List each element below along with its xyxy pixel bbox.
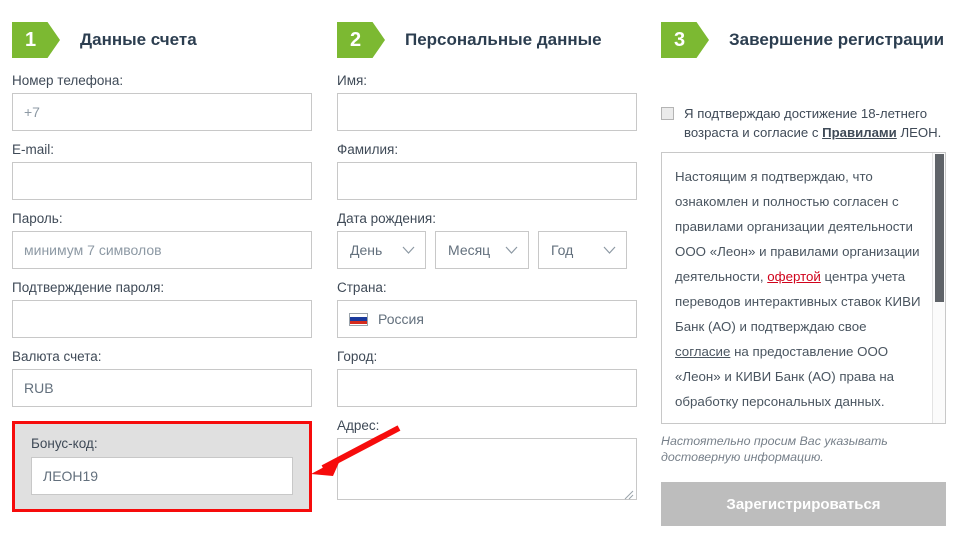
field-address: Адрес: bbox=[337, 418, 637, 500]
bonus-code-highlight-block: Бонус-код: ЛЕОН19 bbox=[12, 421, 312, 512]
resize-handle-icon[interactable] bbox=[623, 487, 634, 500]
step-header-3: 3 Завершение регистрации bbox=[661, 18, 946, 62]
field-phone: Номер телефона: +7 bbox=[12, 73, 312, 131]
field-currency: Валюта счета: RUB bbox=[12, 349, 312, 407]
chevron-down-icon bbox=[402, 246, 415, 254]
label-city: Город: bbox=[337, 349, 378, 364]
bonus-code-input[interactable]: ЛЕОН19 bbox=[31, 457, 293, 495]
step-badge-2: 2 bbox=[337, 22, 385, 58]
label-password: Пароль: bbox=[12, 211, 63, 226]
step-badge-3: 3 bbox=[661, 22, 709, 58]
step-title-3: Завершение регистрации bbox=[729, 30, 945, 49]
password-input[interactable]: минимум 7 символов bbox=[12, 231, 312, 269]
field-last-name: Фамилия: bbox=[337, 142, 637, 200]
phone-input[interactable]: +7 bbox=[12, 93, 312, 131]
birth-date-row: День Месяц Год bbox=[337, 231, 637, 269]
accuracy-hint: Настоятельно просим Вас указывать достов… bbox=[661, 434, 888, 464]
terms-content: Настоящим я подтверждаю, что ознакомлен … bbox=[662, 153, 945, 423]
column-personal-data: 2 Персональные данные Имя: Фамилия: Дата… bbox=[337, 0, 637, 556]
birth-day-select[interactable]: День bbox=[337, 231, 426, 269]
step-header-2: 2 Персональные данные bbox=[337, 18, 637, 62]
field-password-confirm: Подтверждение пароля: bbox=[12, 280, 312, 338]
step-title-2: Персональные данные bbox=[405, 30, 602, 49]
chevron-down-icon bbox=[603, 246, 616, 254]
offer-link[interactable]: офертой bbox=[767, 269, 821, 284]
registration-form-page: 1 Данные счета Номер телефона: +7 E-mail… bbox=[0, 0, 958, 556]
country-select[interactable]: Россия bbox=[337, 300, 637, 338]
label-phone: Номер телефона: bbox=[12, 73, 124, 88]
birth-month-select[interactable]: Месяц bbox=[435, 231, 529, 269]
field-birth-date: Дата рождения: День Месяц Год bbox=[337, 211, 637, 269]
column-account-data: 1 Данные счета Номер телефона: +7 E-mail… bbox=[12, 0, 312, 556]
step-title-1: Данные счета bbox=[80, 30, 197, 49]
email-input[interactable] bbox=[12, 162, 312, 200]
column-completion: 3 Завершение регистрации Я подтверждаю д… bbox=[661, 0, 946, 556]
terms-scrollbar-thumb[interactable] bbox=[935, 154, 944, 302]
field-first-name: Имя: bbox=[337, 73, 637, 131]
label-birth-date: Дата рождения: bbox=[337, 211, 436, 226]
password-confirm-input[interactable] bbox=[12, 300, 312, 338]
label-last-name: Фамилия: bbox=[337, 142, 399, 157]
field-country: Страна: Россия bbox=[337, 280, 637, 338]
chevron-down-icon bbox=[505, 246, 518, 254]
field-password: Пароль: минимум 7 символов bbox=[12, 211, 312, 269]
birth-month-value: Месяц bbox=[448, 242, 491, 258]
first-name-input[interactable] bbox=[337, 93, 637, 131]
country-value: Россия bbox=[378, 311, 424, 327]
terms-p1-part-a: Настоящим я подтверждаю, что ознакомлен … bbox=[675, 169, 920, 284]
terms-scrollbar-track[interactable] bbox=[932, 153, 945, 423]
russia-flag-icon bbox=[349, 312, 368, 326]
consent-link[interactable]: согласие bbox=[675, 344, 730, 359]
last-name-input[interactable] bbox=[337, 162, 637, 200]
field-email: E-mail: bbox=[12, 142, 312, 200]
register-submit-button[interactable]: Зарегистрироваться bbox=[661, 482, 946, 526]
step-badge-1: 1 bbox=[12, 22, 60, 58]
terms-scroll-box[interactable]: Настоящим я подтверждаю, что ознакомлен … bbox=[661, 152, 946, 424]
address-textarea[interactable] bbox=[337, 438, 637, 500]
label-bonus-code: Бонус-код: bbox=[31, 436, 98, 451]
currency-input[interactable]: RUB bbox=[12, 369, 312, 407]
step-header-1: 1 Данные счета bbox=[12, 18, 312, 62]
label-email: E-mail: bbox=[12, 142, 55, 157]
label-country: Страна: bbox=[337, 280, 387, 295]
label-currency: Валюта счета: bbox=[12, 349, 102, 364]
label-address: Адрес: bbox=[337, 418, 380, 433]
birth-year-value: Год bbox=[551, 242, 574, 258]
terms-paragraph-1: Настоящим я подтверждаю, что ознакомлен … bbox=[675, 164, 923, 414]
consent-text-after: ЛЕОН. bbox=[896, 125, 942, 140]
age-consent-row: Я подтверждаю достижение 18-летнего возр… bbox=[661, 104, 946, 142]
label-password-confirm: Подтверждение пароля: bbox=[12, 280, 165, 295]
age-consent-checkbox[interactable] bbox=[661, 107, 674, 120]
field-city: Город: bbox=[337, 349, 637, 407]
city-input[interactable] bbox=[337, 369, 637, 407]
birth-year-select[interactable]: Год bbox=[538, 231, 627, 269]
label-first-name: Имя: bbox=[337, 73, 368, 88]
age-consent-text: Я подтверждаю достижение 18-летнего возр… bbox=[684, 104, 946, 142]
birth-day-value: День bbox=[350, 242, 383, 258]
rules-link[interactable]: Правилами bbox=[822, 125, 897, 140]
